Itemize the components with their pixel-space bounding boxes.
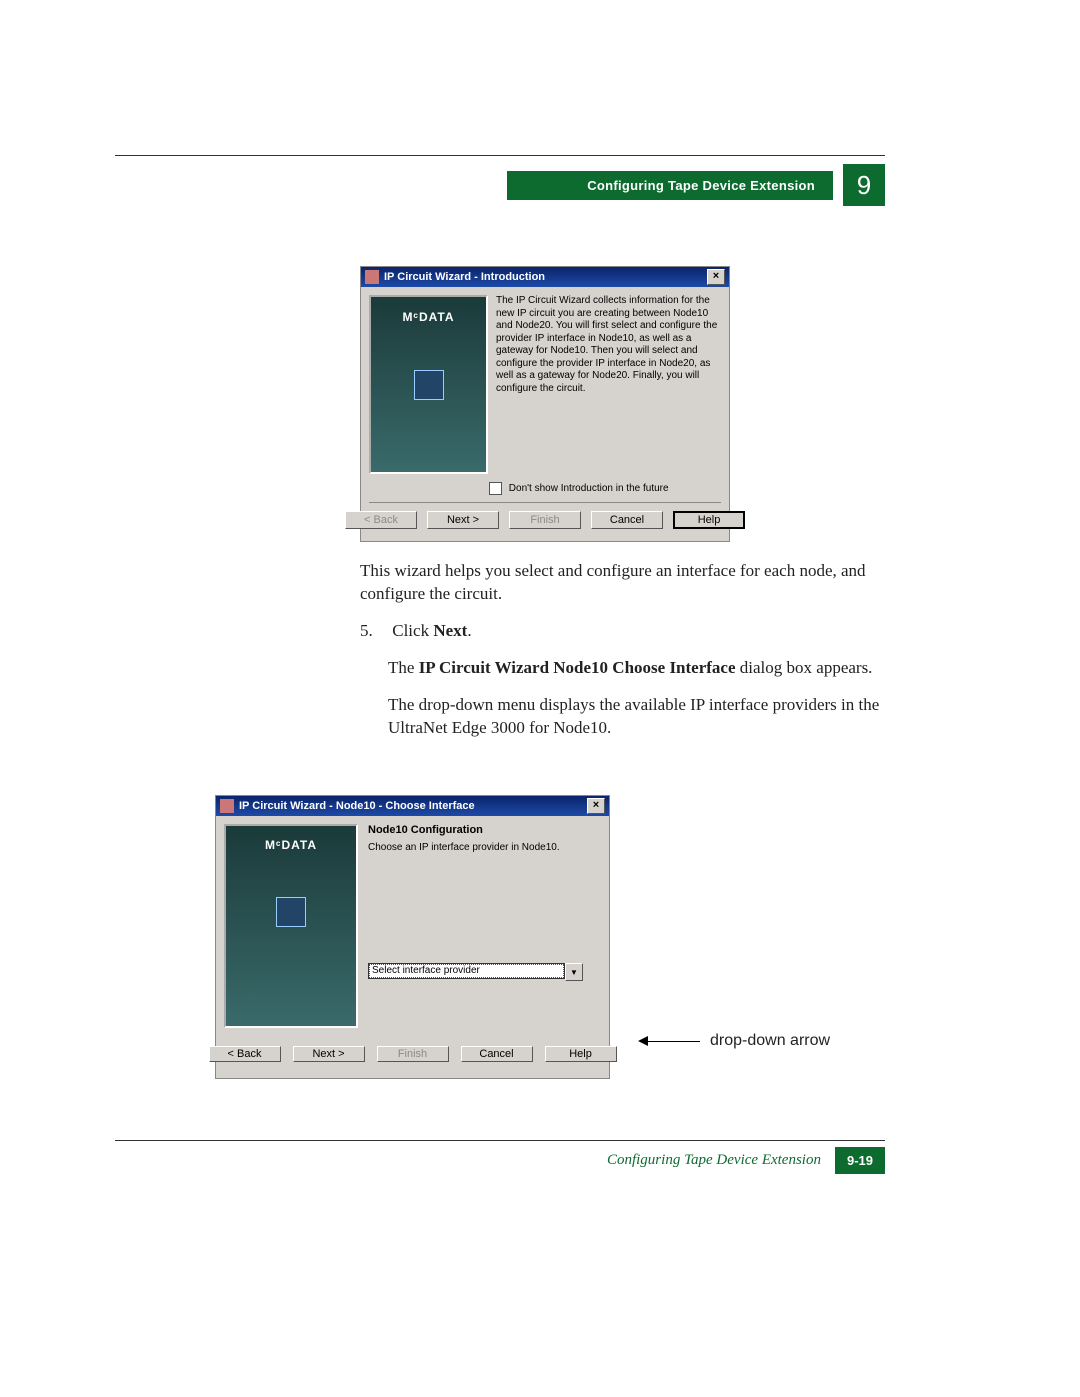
select-value[interactable]: Select interface provider xyxy=(368,963,565,979)
footer-rule xyxy=(115,1140,885,1141)
intro-paragraph: The IP Circuit Wizard collects informati… xyxy=(496,295,721,474)
footer-page-number: 9-19 xyxy=(835,1147,885,1174)
finish-button: Finish xyxy=(377,1046,449,1062)
finish-button: Finish xyxy=(509,511,581,530)
close-icon[interactable]: × xyxy=(707,269,725,285)
dont-show-checkbox[interactable] xyxy=(489,482,502,495)
dont-show-label: Don't show Introduction in the future xyxy=(509,483,669,494)
arrow-left-icon xyxy=(638,1036,648,1046)
globe-icon xyxy=(276,897,306,927)
interface-provider-select[interactable]: Select interface provider ▼ xyxy=(368,963,583,981)
back-button[interactable]: < Back xyxy=(209,1046,281,1062)
p2-bold: IP Circuit Wizard Node10 Choose Interfac… xyxy=(419,658,736,677)
callout-line xyxy=(648,1041,700,1042)
body-p1: This wizard helps you select and configu… xyxy=(360,560,885,606)
node10-config-heading: Node10 Configuration xyxy=(368,824,601,836)
p2-a: The xyxy=(388,658,419,677)
header-rule xyxy=(115,155,885,156)
help-button[interactable]: Help xyxy=(673,511,745,530)
wizard-side-pane: MᶜDATA xyxy=(369,295,488,474)
help-button[interactable]: Help xyxy=(545,1046,617,1062)
dialog-intro-title: IP Circuit Wizard - Introduction xyxy=(384,270,707,285)
dialog2-titlebar: IP Circuit Wizard - Node10 - Choose Inte… xyxy=(216,796,609,816)
chapter-badge: 9 xyxy=(843,164,885,206)
app-icon xyxy=(365,270,379,284)
back-button: < Back xyxy=(345,511,417,530)
step5-text-a: Click xyxy=(392,621,433,640)
header-section-title: Configuring Tape Device Extension xyxy=(507,171,833,200)
close-icon[interactable]: × xyxy=(587,798,605,814)
step5-text-c: . xyxy=(467,621,471,640)
dialog-intro: IP Circuit Wizard - Introduction × MᶜDAT… xyxy=(360,266,730,542)
next-button[interactable]: Next > xyxy=(293,1046,365,1062)
body-p3: The drop-down menu displays the availabl… xyxy=(388,694,885,740)
p2-c: dialog box appears. xyxy=(736,658,873,677)
step5-number: 5. xyxy=(360,620,388,643)
brand-logo: MᶜDATA xyxy=(371,309,486,325)
cancel-button[interactable]: Cancel xyxy=(461,1046,533,1062)
callout-label: drop-down arrow xyxy=(710,1032,830,1050)
wizard-side-pane: MᶜDATA xyxy=(224,824,358,1028)
next-button[interactable]: Next > xyxy=(427,511,499,530)
chevron-down-icon[interactable]: ▼ xyxy=(565,963,583,981)
dialog-choose-interface: IP Circuit Wizard - Node10 - Choose Inte… xyxy=(215,795,610,1079)
node10-config-subtext: Choose an IP interface provider in Node1… xyxy=(368,842,601,853)
footer-title: Configuring Tape Device Extension xyxy=(607,1152,821,1169)
brand-logo: MᶜDATA xyxy=(226,838,356,852)
cancel-button[interactable]: Cancel xyxy=(591,511,663,530)
dialog2-title: IP Circuit Wizard - Node10 - Choose Inte… xyxy=(239,800,587,812)
app-icon xyxy=(220,799,234,813)
globe-icon xyxy=(414,370,444,400)
dialog-intro-titlebar: IP Circuit Wizard - Introduction × xyxy=(361,267,729,287)
step5-text-bold: Next xyxy=(433,621,467,640)
